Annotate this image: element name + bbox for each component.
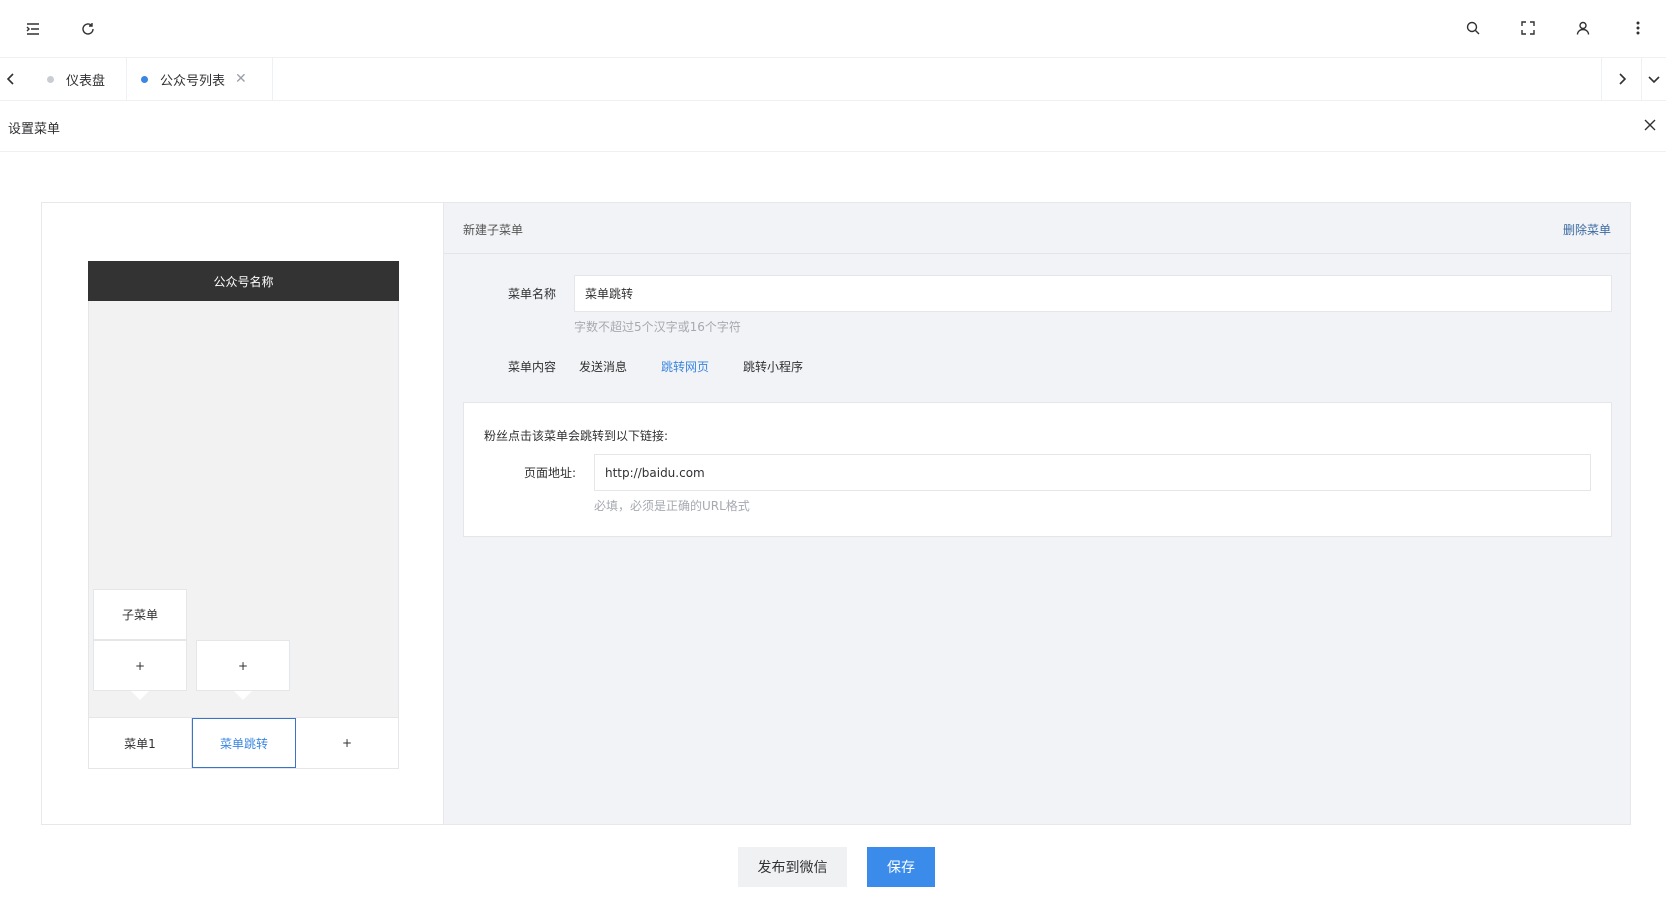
tab-label: 公众号列表 [160, 73, 226, 89]
tab-dot [47, 75, 54, 83]
menu-content-label: 菜单内容 [507, 360, 556, 374]
save-button[interactable]: 保存 [867, 847, 935, 887]
refresh-icon[interactable] [68, 9, 108, 49]
menu-editor: 新建子菜单 删除菜单 菜单名称 字数不超过5个汉字或16个字符 菜单内容 发送消… [443, 203, 1631, 824]
user-icon[interactable] [1563, 8, 1603, 48]
add-menu-button[interactable]: + [296, 718, 398, 768]
close-icon[interactable]: ✕ [235, 71, 247, 87]
page-url-label: 页面地址: [523, 466, 576, 480]
tab-account-list[interactable]: 公众号列表 ✕ [127, 58, 273, 100]
fullscreen-icon[interactable] [1508, 8, 1548, 48]
chevron-down-icon[interactable] [1641, 58, 1666, 100]
menu-fold-icon[interactable] [13, 9, 53, 49]
menu-settings-card: 公众号名称 子菜单 + + 菜单1 菜单跳转 + 新建子菜单 删除菜单 菜单名称… [41, 202, 1631, 825]
url-description: 粉丝点击该菜单会跳转到以下链接: [484, 429, 669, 443]
tab-dot [141, 75, 148, 83]
menu-bar: 菜单1 菜单跳转 + [89, 717, 398, 768]
phone-preview: 公众号名称 子菜单 + + 菜单1 菜单跳转 + [88, 261, 399, 769]
tab-label: 仪表盘 [66, 73, 106, 89]
submenu-arrow [234, 691, 252, 700]
top-navbar [0, 0, 1666, 58]
submenu-arrow [131, 691, 149, 700]
option-jump-miniprogram[interactable]: 跳转小程序 [743, 358, 803, 375]
chevron-right-icon[interactable] [1601, 58, 1641, 100]
close-icon[interactable] [1640, 115, 1660, 135]
menu-name-input[interactable] [574, 275, 1612, 312]
menu-item[interactable]: 菜单1 [89, 718, 192, 768]
more-vertical-icon[interactable] [1618, 8, 1658, 48]
tab-dashboard[interactable]: 仪表盘 [33, 58, 127, 100]
page-url-input[interactable] [594, 454, 1591, 491]
option-jump-webpage[interactable]: 跳转网页 [661, 358, 709, 375]
option-send-message[interactable]: 发送消息 [579, 358, 627, 375]
submenu-item[interactable]: 子菜单 [93, 589, 187, 640]
account-name: 公众号名称 [88, 261, 399, 301]
search-icon[interactable] [1453, 8, 1493, 48]
publish-to-wechat-button[interactable]: 发布到微信 [738, 847, 847, 887]
page-title: 设置菜单 [8, 122, 61, 137]
menu-item-active[interactable]: 菜单跳转 [192, 718, 296, 768]
menu-name-label: 菜单名称 [507, 287, 556, 301]
page-url-hint: 必填，必须是正确的URL格式 [594, 499, 750, 513]
editor-header: 新建子菜单 删除菜单 [444, 203, 1631, 254]
chevron-left-icon[interactable] [0, 58, 22, 100]
add-submenu-button[interactable]: + [196, 640, 290, 691]
add-submenu-button[interactable]: + [93, 640, 187, 691]
url-settings-box: 粉丝点击该菜单会跳转到以下链接: 页面地址: 必填，必须是正确的URL格式 [463, 402, 1612, 537]
delete-menu-link[interactable]: 删除菜单 [1563, 221, 1611, 238]
tabs-bar: 仪表盘 公众号列表 ✕ [0, 58, 1666, 101]
menu-name-hint: 字数不超过5个汉字或16个字符 [574, 320, 741, 334]
page-header: 设置菜单 [0, 101, 1666, 152]
editor-title: 新建子菜单 [463, 223, 524, 237]
